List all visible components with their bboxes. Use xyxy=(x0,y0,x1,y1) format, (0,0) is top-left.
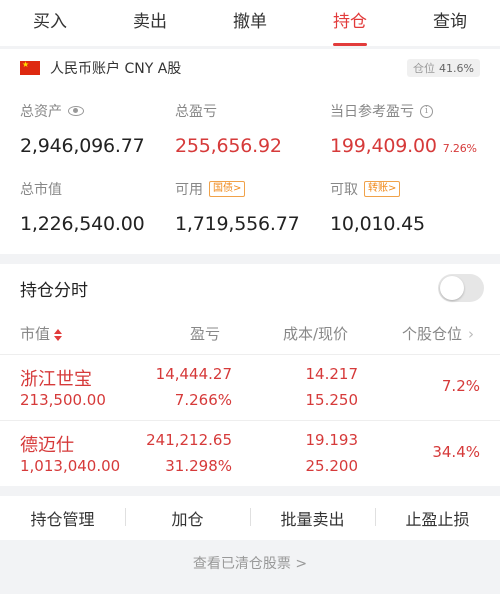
holdings-title: 持仓分时 xyxy=(20,281,88,301)
stock-profit-percent: 31.298% xyxy=(165,457,232,475)
china-flag-icon xyxy=(20,59,40,75)
position-ratio-value: 41.6% xyxy=(439,62,474,75)
summary-row-1: 总资产 2,946,096.77 总盈亏 255,656.92 当日参考盈亏 i … xyxy=(20,101,490,157)
stock-cost: 14.217 xyxy=(305,365,359,383)
total-assets-label: 总资产 xyxy=(20,104,62,120)
holding-row[interactable]: 浙江世宝 213,500.00 14,444.27 7.266% 14.217 … xyxy=(0,354,500,418)
withdrawable-funds: 可取 转账> 10,010.45 xyxy=(330,179,490,235)
market-value: 总市值 1,226,540.00 xyxy=(20,179,175,235)
summary-row-2: 总市值 1,226,540.00 可用 国债> 1,719,556.77 可取 转账… xyxy=(20,179,490,235)
stock-position: 34.4% xyxy=(432,443,480,461)
tab-sell[interactable]: 卖出 xyxy=(100,0,200,46)
tab-cancel-order[interactable]: 撤单 xyxy=(200,0,300,46)
column-market-value[interactable]: 市值 xyxy=(20,322,63,346)
stock-profit: 14,444.27 xyxy=(155,365,232,383)
market-value-value: 1,226,540.00 xyxy=(20,213,145,235)
total-assets-value: 2,946,096.77 xyxy=(20,135,145,157)
total-assets: 总资产 2,946,096.77 xyxy=(20,101,175,157)
holdings-timeshare-toggle[interactable] xyxy=(438,274,484,302)
stock-name: 浙江世宝 xyxy=(20,369,92,390)
account-summary-card: 人民币账户 CNY A股 仓位41.6% 总资产 2,946,096.77 总盈… xyxy=(0,49,500,254)
treasury-bond-chip[interactable]: 国债> xyxy=(209,181,246,197)
view-cleared-stocks-link[interactable]: 查看已清仓股票 > xyxy=(0,548,500,580)
stock-price: 25.200 xyxy=(305,457,359,475)
column-profit: 盈亏 xyxy=(190,325,221,343)
account-name: 人民币账户 CNY A股 xyxy=(50,61,182,77)
position-ratio-label: 仓位 xyxy=(413,62,436,75)
position-ratio-badge: 仓位 41.6% xyxy=(407,59,480,77)
transfer-chip[interactable]: 转账> xyxy=(364,181,401,197)
stock-price: 15.250 xyxy=(305,391,359,409)
top-tab-bar: 买入 卖出 撤单 持仓 查询 xyxy=(0,0,500,46)
add-position-button[interactable]: 加仓 xyxy=(125,506,250,530)
total-profit-label: 总盈亏 xyxy=(175,104,217,120)
batch-sell-button[interactable]: 批量卖出 xyxy=(250,506,375,530)
available-funds: 可用 国债> 1,719,556.77 xyxy=(175,179,330,235)
tab-holdings[interactable]: 持仓 xyxy=(300,0,400,46)
market-value-label: 总市值 xyxy=(20,182,62,198)
column-position: 个股仓位 › xyxy=(402,322,474,346)
tab-query[interactable]: 查询 xyxy=(400,0,500,46)
column-market-value-label: 市值 xyxy=(20,325,51,343)
info-icon[interactable]: i xyxy=(420,104,433,118)
column-cost-price: 成本/现价 xyxy=(283,325,349,343)
chevron-right-icon: › xyxy=(468,325,475,343)
eye-icon[interactable] xyxy=(68,106,84,116)
manage-holdings-button[interactable]: 持仓管理 xyxy=(0,506,125,530)
withdrawable-value: 10,010.45 xyxy=(330,213,425,235)
daily-profit-label: 当日参考盈亏 xyxy=(330,104,414,120)
stock-profit-percent: 7.266% xyxy=(174,391,232,409)
take-profit-stop-loss-button[interactable]: 止盈止损 xyxy=(375,506,500,530)
holdings-section: 持仓分时 市值 盈亏 成本/现价 个股仓位 › 浙江世宝 213,500.00 1… xyxy=(0,264,500,486)
stock-profit: 241,212.65 xyxy=(146,431,232,449)
withdrawable-label: 可取 xyxy=(330,182,358,198)
daily-profit: 当日参考盈亏 i 199,409.00 7.26% xyxy=(330,101,490,157)
toggle-knob xyxy=(440,276,464,300)
holdings-action-bar: 持仓管理 加仓 批量卖出 止盈止损 xyxy=(0,496,500,540)
available-label: 可用 xyxy=(175,182,203,198)
available-value: 1,719,556.77 xyxy=(175,213,300,235)
holding-row[interactable]: 德迈仕 1,013,040.00 241,212.65 31.298% 19.1… xyxy=(0,420,500,484)
daily-profit-value: 199,409.00 xyxy=(330,135,437,157)
daily-profit-percent: 7.26% xyxy=(442,142,477,155)
stock-position: 7.2% xyxy=(441,377,480,395)
stock-name: 德迈仕 xyxy=(20,435,74,456)
column-position-label: 个股仓位 xyxy=(402,325,463,343)
stock-market-value: 213,500.00 xyxy=(20,391,106,409)
total-profit: 总盈亏 255,656.92 xyxy=(175,101,330,157)
stock-cost: 19.193 xyxy=(305,431,359,449)
holdings-table-header: 市值 盈亏 成本/现价 个股仓位 › xyxy=(0,322,500,354)
sort-icon xyxy=(54,328,63,341)
stock-market-value: 1,013,040.00 xyxy=(20,457,121,475)
tab-buy[interactable]: 买入 xyxy=(0,0,100,46)
account-row: 人民币账户 CNY A股 仓位41.6% xyxy=(20,57,480,79)
total-profit-value: 255,656.92 xyxy=(175,135,282,157)
